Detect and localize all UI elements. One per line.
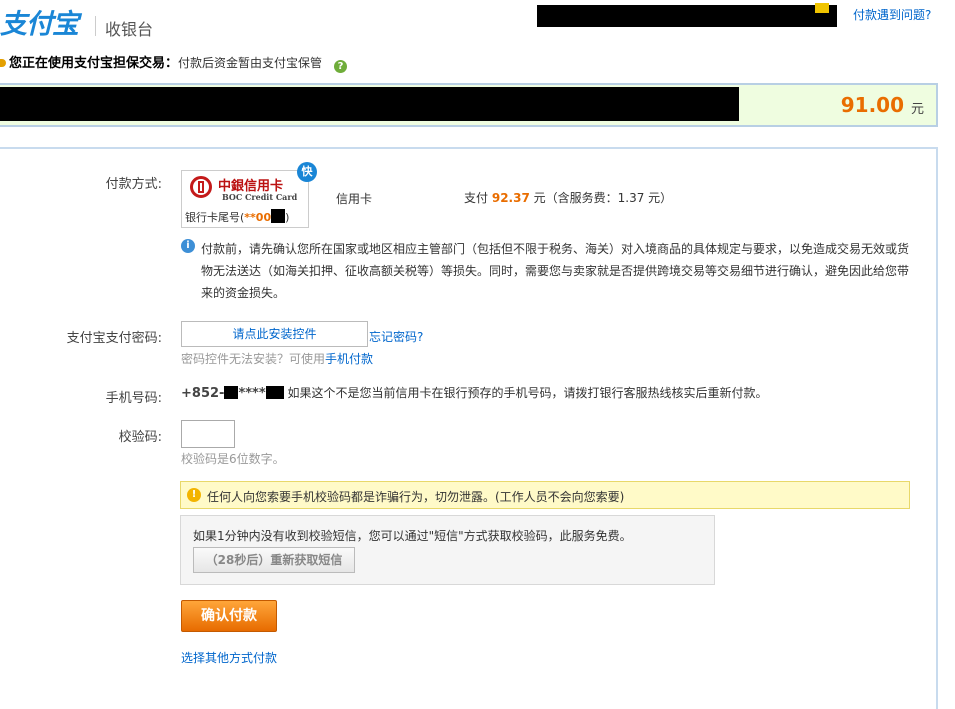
help-question-icon[interactable]: ? xyxy=(334,60,348,73)
verify-code-input[interactable] xyxy=(181,420,235,448)
phone-label: 手机号码: xyxy=(105,391,162,406)
pay-amount: 92.37 xyxy=(491,191,530,205)
confirm-payment-button[interactable]: 确认付款 xyxy=(181,600,277,632)
phone-prefix: +852- xyxy=(181,386,225,401)
card-bank-english: BOC Credit Card xyxy=(222,192,298,202)
info-icon: i xyxy=(181,239,195,253)
card-tail-value: **00 xyxy=(244,211,272,224)
boc-logo-icon xyxy=(190,176,212,198)
sms-resend-box: 如果1分钟内没有收到校验短信，您可以通过"短信"方式获取校验码，此服务免费。 （… xyxy=(180,515,715,585)
redacted-card-digits xyxy=(271,209,286,223)
install-control-button[interactable]: 请点此安装控件 xyxy=(181,321,368,347)
resend-sms-button[interactable]: （28秒后）重新获取短信 xyxy=(193,547,355,573)
redacted-phone-part xyxy=(224,386,239,399)
notice-bullet-icon xyxy=(0,59,6,67)
card-tail-suffix: ) xyxy=(285,211,290,224)
redacted-account xyxy=(537,5,837,27)
help-link[interactable]: 付款遇到问题? xyxy=(853,6,931,23)
order-amount-unit: 元 xyxy=(910,102,924,117)
payment-method-label: 付款方式: xyxy=(105,177,162,192)
header-divider xyxy=(95,16,96,36)
password-hint-text: 密码控件无法安装？可使用 xyxy=(181,352,326,366)
order-amount: 91.00 xyxy=(840,93,904,117)
phone-note: 如果这个不是您当前信用卡在银行预存的手机号码，请拨打银行客服热线核实后重新付款。 xyxy=(287,386,768,400)
cross-border-notice: 付款前，请先确认您所在国家或地区相应主管部门（包括但不限于税务、海关）对入境商品… xyxy=(201,242,910,300)
account-icon xyxy=(815,3,829,13)
redacted-order-info xyxy=(0,87,739,121)
redacted-phone-tail xyxy=(265,386,284,399)
notice-desc: 付款后资金暂由支付宝保管 xyxy=(178,56,323,70)
fraud-warning: ! 任何人向您索要手机校验码都是诈骗行为，切勿泄露。(工作人员不会向您索要) xyxy=(180,481,910,509)
verify-code-label: 校验码: xyxy=(118,430,162,445)
bank-card[interactable]: 中銀信用卡 BOC Credit Card 银行卡尾号(**00) xyxy=(181,170,309,228)
pay-amount-detail: 支付 92.37 元（含服务费：1.37 元） xyxy=(464,189,672,206)
guarantee-notice: 您正在使用支付宝担保交易：付款后资金暂由支付宝保管? xyxy=(0,52,348,73)
password-label: 支付宝支付密码: xyxy=(66,331,162,346)
fraud-warning-text: 任何人向您索要手机校验码都是诈骗行为，切勿泄露。(工作人员不会向您索要) xyxy=(207,490,625,504)
page-title: 收银台 xyxy=(105,20,154,39)
phone-masked: **** xyxy=(238,386,266,401)
forgot-password-link[interactable]: 忘记密码? xyxy=(369,328,423,345)
card-type: 信用卡 xyxy=(336,192,373,206)
quick-pay-badge-icon: 快 xyxy=(297,162,317,182)
notice-label: 您正在使用支付宝担保交易： xyxy=(9,56,179,71)
phone-number: +852- **** 如果这个不是您当前信用卡在银行预存的手机号码，请拨打银行客服… xyxy=(181,384,767,401)
password-hint: 密码控件无法安装？可使用手机付款 xyxy=(181,350,373,367)
warning-icon: ! xyxy=(187,488,201,502)
pay-fee-detail: 元（含服务费：1.37 元） xyxy=(533,191,673,205)
sms-resend-text: 如果1分钟内没有收到校验短信，您可以通过"短信"方式获取校验码，此服务免费。 xyxy=(193,529,632,543)
pay-prefix: 支付 xyxy=(464,191,489,205)
other-payment-method-link[interactable]: 选择其他方式付款 xyxy=(181,649,277,666)
card-tail-prefix: 银行卡尾号( xyxy=(185,211,245,224)
verify-code-hint: 校验码是6位数字。 xyxy=(181,452,285,466)
order-amount-bar: 91.00 元 xyxy=(0,83,938,127)
card-tail: 银行卡尾号(**00) xyxy=(185,209,289,225)
mobile-pay-link[interactable]: 手机付款 xyxy=(325,352,373,366)
alipay-logo: 支付宝 xyxy=(0,9,79,40)
